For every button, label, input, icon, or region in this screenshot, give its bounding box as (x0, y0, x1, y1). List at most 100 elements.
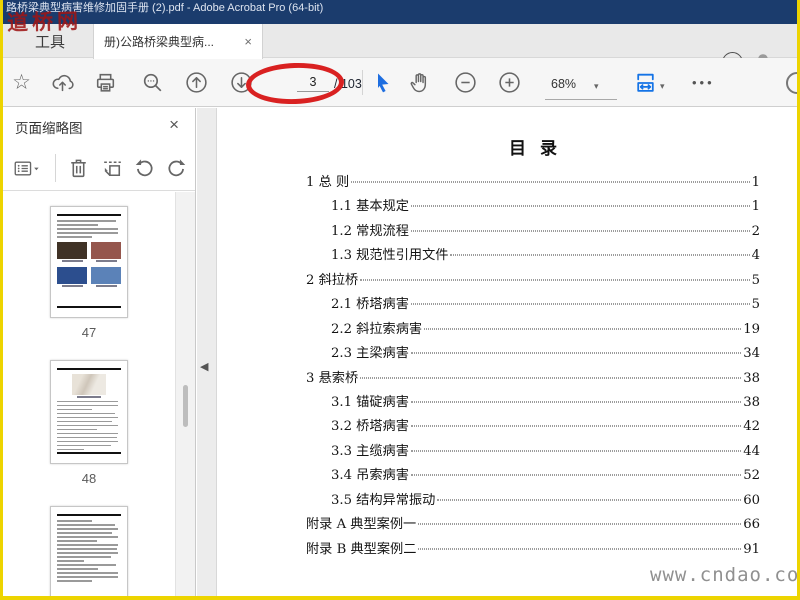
close-tab-icon[interactable]: × (244, 35, 252, 48)
thumbnail-photo (91, 266, 121, 284)
thumbnail-page-number: 47 (81, 325, 97, 340)
thumbnail-page-preview[interactable] (50, 506, 128, 596)
toc-entry[interactable]: 3.3 主缆病害 44 (306, 440, 760, 464)
toc-dot-leader (410, 303, 750, 305)
toc-dot-leader (410, 230, 750, 232)
toc-dot-leader (424, 328, 742, 330)
zoom-out-icon[interactable] (452, 69, 479, 96)
toc-entry[interactable]: 3 悬索桥 38 (306, 367, 760, 391)
toc-entry-page: 52 (743, 468, 760, 484)
page-thumbnail[interactable]: 49 (3, 506, 175, 596)
thumbnail-text-line (57, 404, 118, 406)
fit-dropdown-caret-icon[interactable]: ▾ (660, 81, 665, 92)
toc-entry[interactable]: 1 总 则 1 (306, 171, 760, 195)
toc-entry-page: 2 (751, 223, 760, 239)
share-cloud-icon[interactable] (49, 69, 76, 96)
thumbnail-text-line (57, 528, 118, 530)
more-tools-icon[interactable]: ••• (692, 75, 715, 90)
thumbnail-photo-caption (76, 396, 102, 398)
toc-entry[interactable]: 2.3 主梁病害 34 (306, 342, 760, 366)
thumbnail-page-preview[interactable] (50, 206, 128, 318)
tab-document[interactable]: 册)公路桥梁典型病... × (93, 24, 263, 59)
rotate-cw-icon[interactable] (163, 155, 190, 182)
zoom-in-icon[interactable] (496, 69, 523, 96)
search-icon[interactable] (139, 69, 166, 96)
thumbnail-text-line (57, 424, 118, 426)
toc-entry-label: 3.1 锚碇病害 (331, 394, 409, 410)
toc-dot-leader (360, 377, 742, 378)
delete-pages-icon[interactable] (65, 155, 92, 182)
hand-tool-icon[interactable] (406, 69, 433, 96)
toc-entry[interactable]: 2 斜拉桥 5 (306, 269, 760, 293)
toc-entry-label: 3.2 桥塔病害 (331, 419, 409, 435)
toc-entry[interactable]: 1.2 常规流程 2 (306, 220, 760, 244)
fit-width-icon[interactable] (632, 69, 659, 96)
toc-entry[interactable]: 3.2 桥塔病害 42 (306, 415, 760, 439)
toc-entry-page: 5 (751, 272, 760, 288)
favorites-star-icon[interactable]: ☆ (8, 69, 35, 96)
thumbnail-photo-grid (57, 241, 121, 289)
thumbnail-text-line (57, 556, 111, 558)
panel-toolbar (3, 146, 195, 191)
print-icon[interactable] (92, 69, 119, 96)
toc-entry-page: 44 (743, 443, 760, 459)
toc-entry-label: 3.4 吊索病害 (331, 468, 409, 484)
thumbnail-photo (72, 374, 106, 395)
panel-header: 页面缩略图 × (3, 108, 195, 146)
collapse-panel-icon[interactable]: ◀ (200, 360, 208, 373)
document-tab-label: 册)公路桥梁典型病... (104, 35, 214, 49)
toc-entry[interactable]: 3.1 锚碇病害 38 (306, 391, 760, 415)
page-thumbnail[interactable]: 47 (3, 206, 175, 340)
thumbnail-text-line (57, 540, 97, 542)
main-toolbar: ☆ 3 / 103 68% ▾ ▾ ••• (0, 58, 800, 107)
toc-entry[interactable]: 3.4 吊索病害 52 (306, 464, 760, 488)
toc-entry-page: 19 (743, 321, 760, 337)
zoom-dropdown-caret-icon[interactable]: ▾ (594, 81, 599, 92)
toc-entry-label: 2.2 斜拉索病害 (331, 321, 423, 337)
panel-title: 页面缩略图 (15, 121, 83, 136)
toc-entry-page: 38 (743, 394, 760, 410)
thumbnail-photo-caption (95, 259, 117, 262)
thumbnail-text-line (57, 224, 98, 226)
toc-dot-leader (410, 474, 742, 476)
zoom-level-value[interactable]: 68% (551, 77, 576, 91)
thumbnail-text-line (57, 544, 118, 546)
toc-container: 目 录 1 总 则 1 1.1 基本规定 1 1.2 常规流程 2 1.3 规范性引用文件 4… (218, 108, 797, 562)
toc-entry-label: 3 悬索桥 (306, 370, 359, 386)
gold-border-bottom (0, 596, 800, 600)
toc-dot-leader (450, 254, 750, 256)
rotate-ccw-icon[interactable] (131, 155, 158, 182)
thumbnail-photo-caption (61, 259, 83, 262)
thumbnail-text-line (57, 560, 84, 562)
toc-entry[interactable]: 3.5 结构异常振动 60 (306, 489, 760, 513)
toc-entry-label: 3.3 主缆病害 (331, 443, 409, 459)
thumbnail-page-preview[interactable] (50, 360, 128, 464)
page-thumbnail[interactable]: 48 (3, 360, 175, 486)
thumbnail-options-icon[interactable] (13, 155, 40, 182)
toc-entry[interactable]: 附录 B 典型案例二 91 (306, 538, 760, 562)
toc-entry[interactable]: 2.1 桥塔病害 5 (306, 293, 760, 317)
panel-close-icon[interactable]: × (169, 115, 179, 135)
toc-entry[interactable]: 1.3 规范性引用文件 4 (306, 244, 760, 268)
thumbnail-text-line (57, 552, 118, 554)
select-tool-icon[interactable] (368, 69, 395, 96)
toc-title: 目 录 (509, 139, 557, 159)
thumbnail-text-line (57, 228, 118, 230)
toc-entry[interactable]: 附录 A 典型案例一 66 (306, 513, 760, 537)
toc-dot-leader (410, 450, 742, 452)
sidebar-scrollbar[interactable] (175, 192, 195, 596)
thumbnail-photo-caption (95, 284, 117, 287)
toc-entry[interactable]: 2.2 斜拉索病害 19 (306, 318, 760, 342)
previous-page-icon[interactable] (183, 69, 210, 96)
toc-entry-label: 2.1 桥塔病害 (331, 297, 409, 313)
thumbnail-text-line (57, 568, 98, 570)
tab-bar: 工具 册)公路桥梁典型病... × ? (0, 24, 800, 73)
sidebar-scrollbar-thumb[interactable] (183, 385, 188, 427)
toc-entry-label: 1.3 规范性引用文件 (331, 248, 449, 264)
thumbnail-list: 47 48 49 (3, 192, 175, 596)
thumbnail-text-line (57, 548, 117, 550)
extract-pages-icon[interactable] (99, 155, 126, 182)
toc-entry[interactable]: 1.1 基本规定 1 (306, 195, 760, 219)
panel-toolbar-divider (55, 154, 56, 182)
gold-border-left (0, 0, 3, 600)
